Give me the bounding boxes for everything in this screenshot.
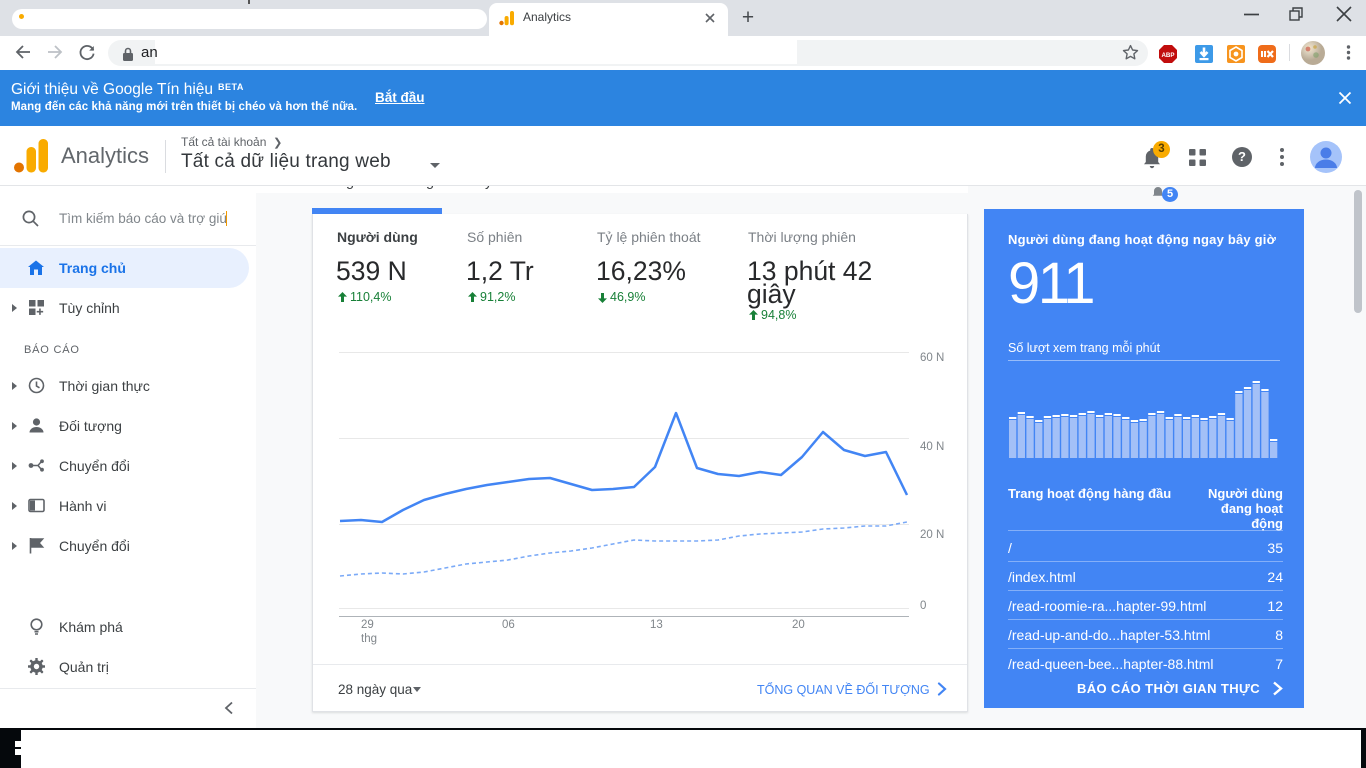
svg-text:ABP: ABP — [1161, 52, 1174, 59]
